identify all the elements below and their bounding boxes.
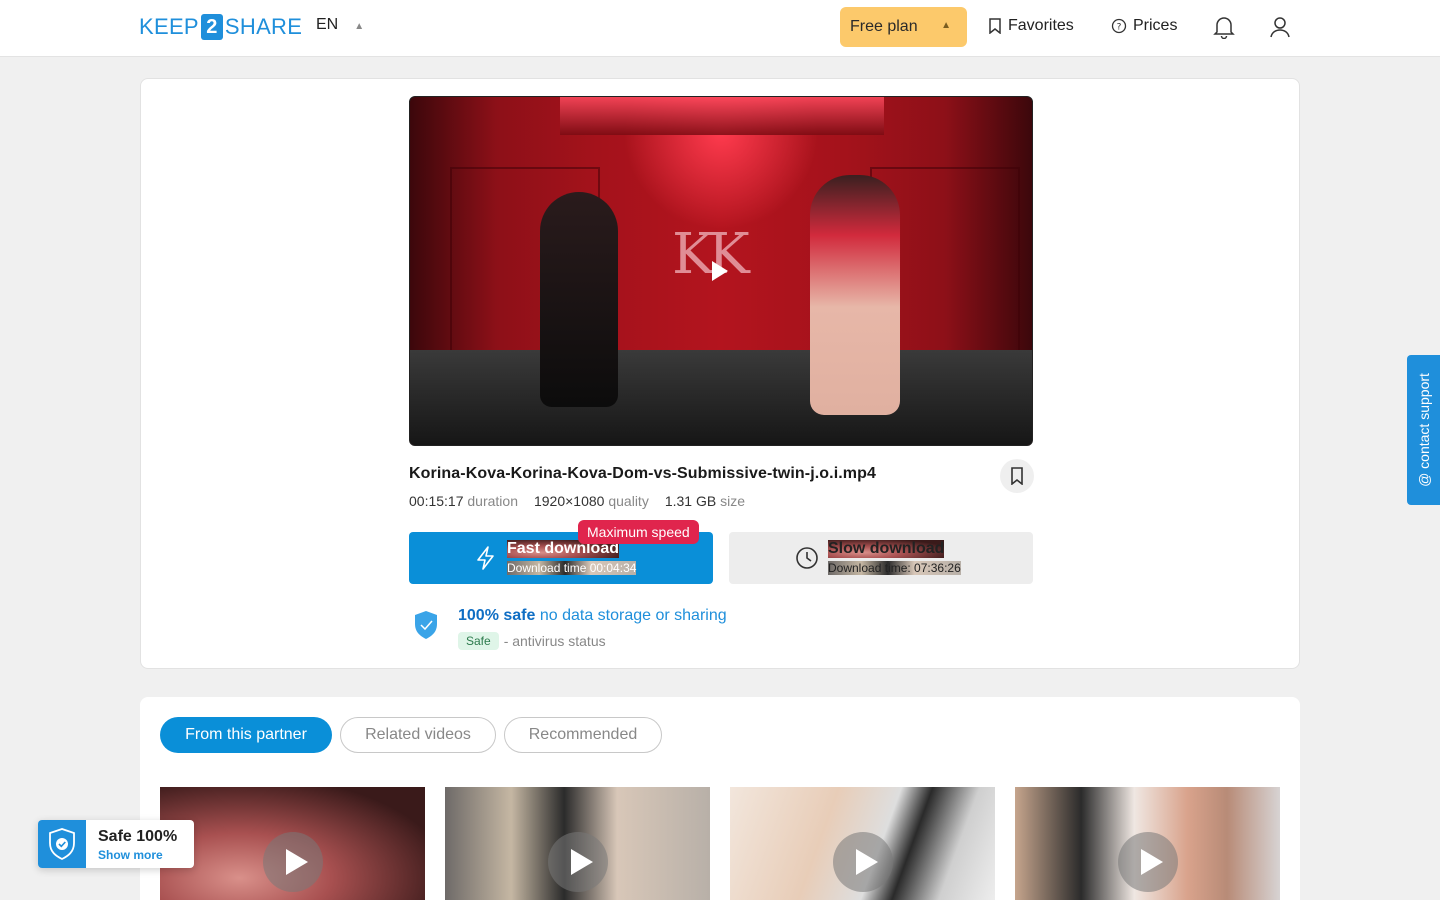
- bookmark-button[interactable]: [1000, 459, 1034, 493]
- slow-download-button[interactable]: Slow download Download time: 07:36:26: [729, 532, 1033, 584]
- antivirus-label: - antivirus status: [503, 633, 606, 649]
- safety-rest: no data storage or sharing: [539, 607, 727, 624]
- duration-label: duration: [467, 493, 518, 509]
- safe-widget-title: Safe 100%: [98, 828, 178, 845]
- plan-label: Free plan: [850, 18, 918, 35]
- file-card: KK Korina-Kova-Korina-Kova-Dom-vs-Submis…: [140, 78, 1300, 669]
- file-name: Korina-Kova-Korina-Kova-Dom-vs-Submissiv…: [409, 465, 876, 482]
- tab-recommended[interactable]: Recommended: [504, 717, 662, 753]
- bell-icon[interactable]: [1213, 15, 1235, 39]
- bookmark-icon: [1011, 467, 1023, 485]
- show-more-link[interactable]: Show more: [98, 848, 163, 862]
- size-label: size: [720, 493, 745, 509]
- video-frame-ceiling: [560, 97, 884, 135]
- tab-related-videos[interactable]: Related videos: [340, 717, 496, 753]
- plan-dropdown[interactable]: Free plan ▲: [840, 7, 967, 47]
- duration-info: 00:15:17 duration: [409, 493, 518, 509]
- shield-box: [38, 820, 86, 868]
- related-section: From this partner Related videos Recomme…: [140, 697, 1300, 900]
- shield-check-icon: [415, 611, 437, 639]
- video-thumbnail[interactable]: [445, 787, 710, 900]
- size-info: 1.31 GB size: [665, 493, 745, 509]
- video-frame-logo: KK: [672, 222, 750, 287]
- play-icon: [548, 832, 608, 892]
- tab-from-this-partner[interactable]: From this partner: [160, 717, 332, 753]
- play-icon: [263, 832, 323, 892]
- logo-number: 2: [200, 14, 223, 40]
- contact-support-label: @ contact support: [1415, 373, 1432, 487]
- quality-info: 1920×1080 quality: [534, 493, 649, 509]
- video-thumbnail[interactable]: [1015, 787, 1280, 900]
- lightning-icon: [477, 546, 494, 570]
- slow-download-time: Download time: 07:36:26: [828, 561, 961, 575]
- slow-download-title: Slow download: [828, 540, 945, 558]
- play-icon: [1118, 832, 1178, 892]
- favorites-link[interactable]: Favorites: [988, 17, 1074, 35]
- svg-text:?: ?: [1117, 23, 1122, 33]
- logo-text-left: KEEP: [139, 14, 199, 39]
- chevron-up-icon: ▲: [941, 20, 951, 31]
- bookmark-icon: [989, 18, 1001, 34]
- help-circle-icon: ?: [1111, 18, 1127, 34]
- video-frame-figure: [810, 175, 900, 415]
- site-logo[interactable]: KEEP 2 SHARE: [139, 13, 302, 41]
- video-player[interactable]: KK: [409, 96, 1033, 446]
- language-selector[interactable]: EN ▲: [316, 16, 364, 34]
- language-label: EN: [316, 16, 339, 33]
- shield-check-icon: [49, 828, 75, 861]
- user-icon[interactable]: [1269, 15, 1291, 39]
- video-thumbnail[interactable]: [730, 787, 995, 900]
- chevron-up-icon: ▲: [354, 20, 365, 32]
- video-frame-floor: [410, 350, 1032, 445]
- prices-label: Prices: [1133, 17, 1178, 34]
- quality-label: quality: [608, 493, 649, 509]
- contact-support-tab[interactable]: @ contact support: [1407, 355, 1440, 505]
- size-value: 1.31 GB: [664, 493, 717, 509]
- safe-widget[interactable]: Safe 100% Show more: [38, 820, 194, 868]
- safety-statement: 100% safe no data storage or sharing: [458, 607, 727, 625]
- logo-text-right: SHARE: [224, 14, 303, 39]
- clock-icon: [796, 547, 818, 569]
- quality-value: 1920×1080: [533, 493, 605, 509]
- video-frame-figure: [540, 192, 618, 407]
- antivirus-status: Safe - antivirus status: [458, 632, 606, 650]
- antivirus-badge: Safe: [458, 632, 499, 650]
- file-meta: 00:15:17 duration 1920×1080 quality 1.31…: [409, 493, 745, 509]
- video-thumbnail[interactable]: [160, 787, 425, 900]
- play-icon[interactable]: [712, 261, 728, 281]
- maximum-speed-badge: Maximum speed: [578, 520, 699, 544]
- play-icon: [833, 832, 893, 892]
- duration-value: 00:15:17: [409, 493, 464, 509]
- safety-strong: 100% safe: [458, 607, 536, 624]
- favorites-label: Favorites: [1008, 17, 1074, 34]
- fast-download-time: Download time 00:04:34: [507, 561, 637, 575]
- prices-link[interactable]: ? Prices: [1111, 17, 1177, 35]
- top-header: KEEP 2 SHARE EN ▲ Free plan ▲ Favorites …: [0, 0, 1440, 57]
